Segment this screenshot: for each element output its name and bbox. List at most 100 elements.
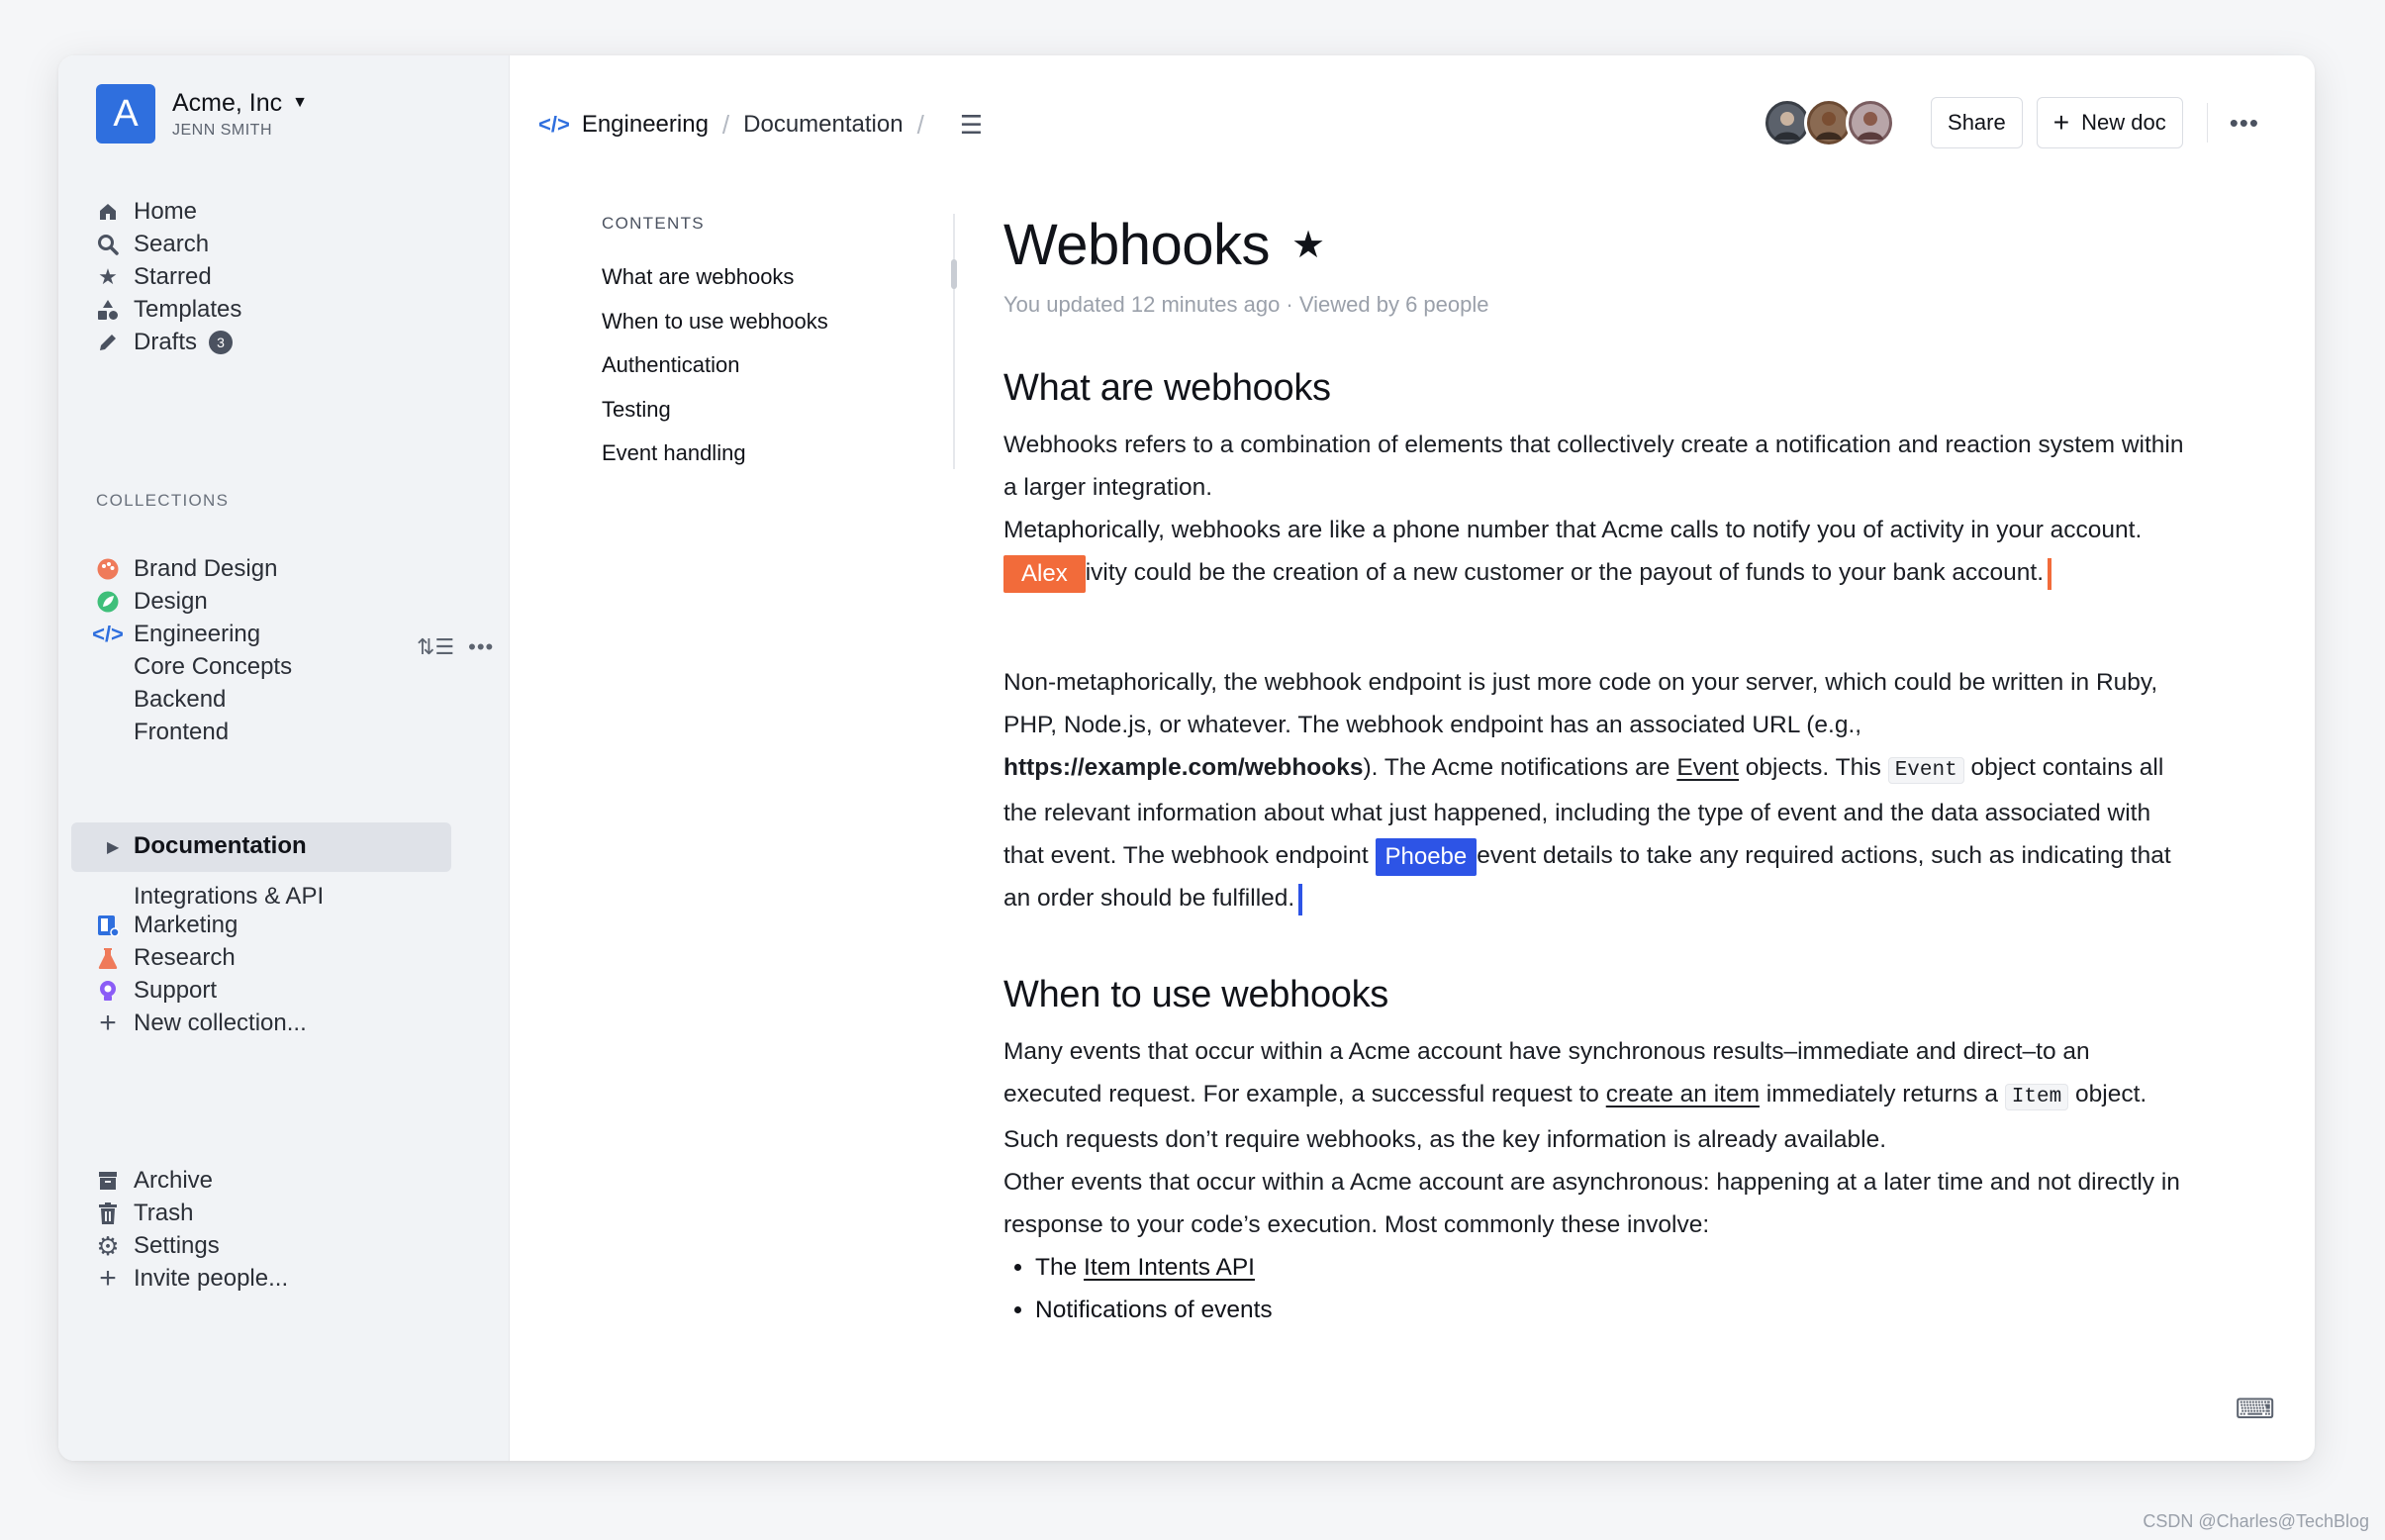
nav-drafts-label: Drafts [134, 329, 198, 355]
table-of-contents: CONTENTS What are webhooks When to use w… [602, 214, 1017, 476]
heading-what-are-webhooks: What are webhooks [1003, 366, 1331, 409]
expand-caret-icon[interactable]: ▶ [107, 837, 119, 857]
heading-when-to-use-webhooks: When to use webhooks [1003, 973, 1389, 1015]
collection-label: Design [134, 588, 208, 615]
collaborator-avatars[interactable] [1763, 98, 1896, 147]
nav-home-label: Home [134, 198, 198, 225]
document[interactable]: Webhooks ★ You updated 12 minutes ago · … [1003, 204, 2191, 1331]
invite-people-button[interactable]: + Invite people... [96, 1259, 288, 1299]
bullet-list: The Item Intents API Notifications of ev… [1003, 1246, 2191, 1331]
collaborator-caret [2048, 557, 2051, 590]
drafts-count-badge: 3 [209, 331, 234, 354]
search-icon [96, 233, 120, 256]
star-icon[interactable]: ★ [1291, 223, 1325, 267]
list-item: The Item Intents API [1035, 1246, 2191, 1289]
doc-meta: You updated 12 minutes ago · Viewed by 6… [1003, 292, 1489, 317]
watermark: CSDN @Charles@TechBlog [2143, 1511, 2369, 1531]
doc-frontend[interactable]: Frontend [134, 713, 229, 752]
toc-active-indicator [951, 259, 957, 289]
shapes-icon [96, 298, 120, 322]
toc-item[interactable]: Authentication [602, 343, 1017, 388]
event-link[interactable]: Event [1676, 754, 1739, 781]
home-icon [96, 200, 120, 224]
engineering-tools: ⇅☰ ••• [417, 634, 494, 660]
sidebar: A Acme, Inc ▼ JENN SMITH Home Search ★ S… [58, 55, 510, 1461]
user-name: JENN SMITH [172, 121, 272, 139]
marketing-icon [96, 914, 120, 937]
list-item: Notifications of events [1035, 1289, 2191, 1331]
lightbulb-icon [96, 979, 120, 1003]
paragraph-text: Other events that occur within a Acme ac… [1003, 1169, 2180, 1238]
paragraph: Non-metaphorically, the webhook endpoint… [1003, 661, 2191, 919]
nav-drafts[interactable]: Drafts 3 [96, 323, 234, 362]
list-item-text: The [1035, 1254, 1085, 1281]
app-window: A Acme, Inc ▼ JENN SMITH Home Search ★ S… [58, 55, 2315, 1461]
new-doc-button[interactable]: + New doc [2036, 97, 2183, 148]
toc-heading: CONTENTS [602, 214, 705, 233]
collection-label: Support [134, 977, 218, 1004]
plus-icon: + [99, 1007, 117, 1039]
toc-item[interactable]: Event handling [602, 432, 1017, 476]
archive-icon [96, 1169, 120, 1193]
new-collection-button[interactable]: + New collection... [96, 1004, 307, 1043]
palette-icon [96, 557, 120, 581]
paragraph-text: ). The Acme notifications are [1363, 754, 1677, 781]
code-icon: </> [538, 112, 570, 137]
collection-label: Engineering [134, 621, 261, 647]
collaborator-cursor-label: Phoebe [1375, 837, 1478, 876]
inline-code: Item [2004, 1084, 2069, 1110]
collaborator-cursor-label: Alex [1003, 554, 1086, 593]
breadcrumb-doc[interactable]: Documentation [743, 111, 903, 139]
star-icon: ★ [98, 264, 118, 289]
doc-documentation-label: Documentation [134, 832, 307, 859]
breadcrumb-separator: / [916, 109, 924, 140]
team-name: Acme, Inc [172, 88, 283, 117]
toc-item[interactable]: When to use webhooks [602, 300, 1017, 344]
toc-item[interactable]: Testing [602, 388, 1017, 433]
list-menu-icon[interactable]: ☰ [960, 110, 983, 141]
gear-icon: ⚙ [96, 1230, 120, 1261]
paragraph-text: objects. This [1739, 754, 1888, 781]
inline-code: Event [1887, 757, 1964, 784]
team-logo: A [96, 84, 155, 144]
keyboard-icon[interactable]: ⌨ [2236, 1393, 2275, 1425]
breadcrumb-separator: / [721, 109, 730, 140]
share-button[interactable]: Share [1931, 97, 2023, 148]
collection-label: Brand Design [134, 555, 278, 582]
team-switcher[interactable]: A Acme, Inc ▼ JENN SMITH [96, 83, 308, 144]
paragraph: Webhooks refers to a combination of elem… [1003, 424, 2191, 594]
nav-templates-label: Templates [134, 296, 242, 323]
pencil-icon [96, 331, 120, 354]
new-doc-label: New doc [2081, 110, 2166, 135]
nav-archive-label: Archive [134, 1167, 214, 1194]
breadcrumb-collection[interactable]: Engineering [582, 111, 709, 139]
paragraph-text: ivity could be the creation of a new cus… [1085, 559, 2044, 586]
collections-heading: COLLECTIONS [96, 491, 230, 510]
invite-people-label: Invite people... [134, 1265, 289, 1292]
plus-icon: + [99, 1262, 117, 1295]
new-collection-label: New collection... [134, 1010, 307, 1036]
collection-label: Research [134, 944, 236, 971]
breadcrumb: </> Engineering / Documentation / ☰ [538, 105, 983, 144]
paragraph-text: immediately returns a [1759, 1081, 2005, 1107]
url-text: https://example.com/webhooks [1003, 754, 1364, 781]
sort-icon[interactable]: ⇅☰ [417, 634, 454, 660]
more-icon[interactable]: ••• [468, 634, 494, 660]
leaf-icon [96, 590, 120, 614]
doc-title[interactable]: Webhooks [1003, 212, 1270, 278]
avatar[interactable] [1846, 98, 1896, 147]
paragraph: Many events that occur within a Acme acc… [1003, 1030, 2191, 1246]
nav-starred-label: Starred [134, 263, 212, 290]
flask-icon [96, 946, 120, 970]
paragraph-text: Webhooks refers to a combination of elem… [1003, 432, 2184, 501]
more-options-icon[interactable]: ••• [2230, 108, 2259, 139]
divider [2206, 103, 2208, 143]
doc-documentation-active[interactable]: ▶ Documentation [71, 822, 451, 872]
toc-rule [953, 214, 955, 469]
create-item-link[interactable]: create an item [1606, 1081, 1760, 1107]
nav-trash-label: Trash [134, 1200, 194, 1226]
paragraph-text: Non-metaphorically, the webhook endpoint… [1003, 669, 2158, 738]
collection-label: Marketing [134, 912, 238, 938]
item-intents-link[interactable]: Item Intents API [1084, 1254, 1255, 1281]
plus-icon: + [2052, 107, 2070, 138]
